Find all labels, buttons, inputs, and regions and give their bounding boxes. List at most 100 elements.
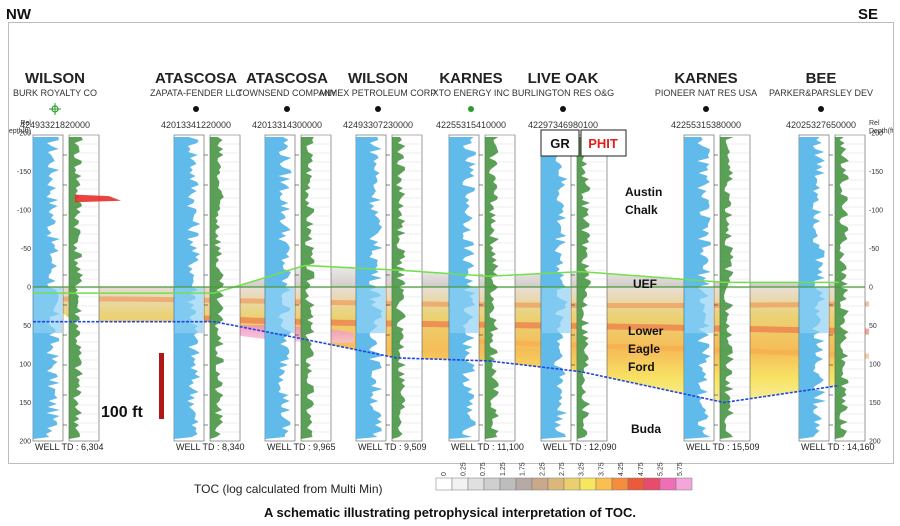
well-operator: BURK ROYALTY CO <box>13 88 97 98</box>
cross-section-svg: WILSONBURK ROYALTY CO42493321820000WELL … <box>9 70 893 452</box>
gr-low-zone <box>357 287 385 334</box>
depth-axis-tick: 150 <box>19 400 31 407</box>
legend-tick: 0.75 <box>480 462 487 476</box>
legend-swatch <box>563 477 581 491</box>
legend-tick: 2.25 <box>539 462 546 476</box>
zone-austin-chalk-line1: Austin <box>625 185 662 199</box>
depth-axis-tick: 100 <box>19 362 31 369</box>
well-symbol-dot-icon <box>468 106 474 112</box>
depth-axis-tick: -100 <box>869 208 883 215</box>
well-api: 42013314300000 <box>252 120 322 130</box>
zone-austin-chalk-line2: Chalk <box>625 203 658 217</box>
legend-ticks: 0 0.25 0.75 1.25 1.75 2.25 2.75 3.25 3.75 4.25 4.7… <box>441 462 684 476</box>
legend-tick: 3.25 <box>579 462 586 476</box>
legend-swatch <box>659 477 677 491</box>
well-name: ATASCOSA <box>155 70 237 87</box>
legend-tick: 1.75 <box>520 462 527 476</box>
figure-caption: A schematic illustrating petrophysical i… <box>263 505 636 520</box>
legend-swatch <box>435 477 453 491</box>
legend-swatch <box>515 477 533 491</box>
legend-swatch <box>499 477 517 491</box>
well-name: KARNES <box>439 70 502 87</box>
legend-swatch <box>467 477 485 491</box>
well-6: LIVE OAKBURLINGTON RES O&G 42297346980100… <box>512 70 617 452</box>
well-operator: BURLINGTON RES O&G <box>512 88 614 98</box>
gr-low-zone <box>34 287 62 334</box>
depth-axis-tick: -150 <box>17 169 31 176</box>
well-td: WELL TD : 12,090 <box>543 442 617 452</box>
depth-axis-tick: -200 <box>869 131 883 138</box>
legend-tick: 0 <box>441 472 448 476</box>
gr-low-zone <box>175 287 203 334</box>
well-name: KARNES <box>674 70 737 87</box>
well-name: WILSON <box>348 70 408 87</box>
well-api: 42255315380000 <box>671 120 741 130</box>
well-api: 42013341220000 <box>161 120 231 130</box>
zone-uef: UEF <box>633 277 657 291</box>
well-operator: PIONEER NAT RES USA <box>655 88 757 98</box>
legend-tick: 2.75 <box>559 462 566 476</box>
depth-axis-tick: 100 <box>869 362 881 369</box>
well-3: ATASCOSATOWNSEND COMPANY42013314300000WE… <box>237 70 337 452</box>
nw-label: NW <box>6 6 31 23</box>
legend-swatch <box>627 477 645 491</box>
legend-swatch <box>675 477 693 491</box>
legend-swatch <box>531 477 549 491</box>
well-symbol-dot-icon <box>193 106 199 112</box>
well-symbol-dot-icon <box>284 106 290 112</box>
resistivity-spike <box>75 194 121 203</box>
legend-swatches <box>435 477 693 491</box>
legend-tick: 4.25 <box>618 462 625 476</box>
well-td: WELL TD : 9,965 <box>267 442 336 452</box>
well-td: WELL TD : 15,509 <box>686 442 760 452</box>
depth-axis-tick: 0 <box>27 285 31 292</box>
zone-lower-eagle-ford-line1: Lower <box>628 324 664 338</box>
phit-track-label: PHIT <box>588 136 618 151</box>
well-5: KARNESXTO ENERGY INC 42255315410000 WELL T… <box>433 70 524 452</box>
depth-axis-tick: 0 <box>869 285 873 292</box>
gr-low-zone <box>800 287 828 334</box>
well-name: BEE <box>806 70 837 87</box>
well-operator: ZAPATA-FENDER LLC <box>150 88 243 98</box>
legend-tick: 5.25 <box>657 462 664 476</box>
well-name: ATASCOSA <box>246 70 328 87</box>
legend-swatch <box>483 477 501 491</box>
depth-axis-tick: 200 <box>19 439 31 446</box>
legend-swatch <box>547 477 565 491</box>
depth-axis-tick: 50 <box>23 323 31 330</box>
zone-buda: Buda <box>631 422 661 436</box>
legend-title: TOC (log calculated from Multi Min) <box>194 482 383 496</box>
well-2: ATASCOSAZAPATA-FENDER LLC 42013341220000 W… <box>150 70 245 452</box>
well-7: KARNESPIONEER NAT RES USA 42255315380000 W… <box>655 70 760 452</box>
depth-axis-label-line1: Rel <box>869 120 880 127</box>
depth-axis-tick: -50 <box>21 246 31 253</box>
well-td: WELL TD : 8,340 <box>176 442 245 452</box>
legend-swatch <box>643 477 661 491</box>
toc-legend: 0 0.25 0.75 1.25 1.75 2.25 2.75 3.25 3.75 4.25 4.7… <box>435 462 693 491</box>
well-operator: XTO ENERGY INC <box>433 88 510 98</box>
depth-axis-tick: 50 <box>869 323 877 330</box>
depth-axis-label-line1: Rel <box>20 120 31 127</box>
well-td: WELL TD : 6,304 <box>35 442 104 452</box>
depth-axis-tick: 200 <box>869 439 881 446</box>
well-name: WILSON <box>25 70 85 87</box>
well-symbol-dot-icon <box>818 106 824 112</box>
legend-tick: 3.75 <box>598 462 605 476</box>
legend-tick: 4.75 <box>638 462 645 476</box>
well-api: 42255315410000 <box>436 120 506 130</box>
depth-axis-tick: -150 <box>869 169 883 176</box>
gr-low-zone <box>685 287 713 334</box>
legend-tick: 1.25 <box>500 462 507 476</box>
legend-tick: 5.75 <box>677 462 684 476</box>
well-8: BEEPARKER&PARSLEY DEV 42025327650000 WELL … <box>769 70 893 452</box>
legend-swatch <box>595 477 613 491</box>
well-td: WELL TD : 14,160 <box>801 442 875 452</box>
well-symbol-dot-icon <box>560 106 566 112</box>
cross-section-panel: WILSON BURK ROYALTY CO 42493321820000 WELL … <box>8 22 894 464</box>
legend-swatch <box>611 477 629 491</box>
well-api: 42025327650000 <box>786 120 856 130</box>
scale-bar-label: 100 ft <box>101 404 143 421</box>
legend-swatch <box>579 477 597 491</box>
well-api: 42493307230000 <box>343 120 413 130</box>
se-label: SE <box>858 6 879 23</box>
